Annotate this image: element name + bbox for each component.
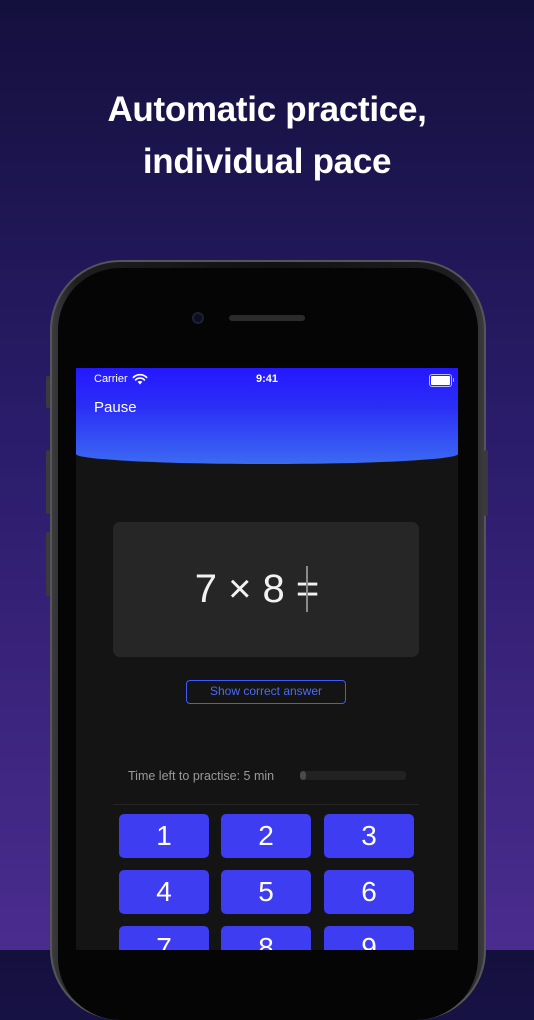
battery-icon [429,374,454,387]
key-9-button[interactable]: 9 [324,926,414,950]
headline-line-2: individual pace [142,142,392,181]
front-camera-icon [192,312,204,324]
status-time: 9:41 [255,373,279,385]
keypad-divider [113,804,419,805]
equation-card: 7 × 8 = [113,522,419,657]
pause-button[interactable]: Pause [94,399,137,416]
app-screen: Carrier 9:41 Pause 7 × 8 = Show correct … [76,368,458,950]
key-6-button[interactable]: 6 [324,870,414,914]
key-3-button[interactable]: 3 [324,814,414,858]
show-correct-answer-button[interactable]: Show correct answer [186,680,346,704]
key-8-button[interactable]: 8 [221,926,311,950]
status-bar: Carrier 9:41 [76,372,458,388]
key-7-button[interactable]: 7 [119,926,209,950]
key-1-button[interactable]: 1 [119,814,209,858]
volume-down-button [46,532,50,596]
volume-up-button [46,450,50,514]
navigation-header: Carrier 9:41 Pause [76,368,458,464]
marketing-headline: Automatic practice, individual pace [0,84,534,188]
time-progress-bar [300,771,406,780]
equation-expression: 7 × 8 = [194,567,320,611]
key-5-button[interactable]: 5 [221,870,311,914]
key-4-button[interactable]: 4 [119,870,209,914]
answer-input-caret[interactable] [306,566,308,612]
key-2-button[interactable]: 2 [221,814,311,858]
power-button [484,450,488,516]
time-left-label: Time left to practise: 5 min [128,769,275,783]
equation-text: 7 × 8 = [113,567,419,611]
mute-switch [46,376,50,408]
earpiece-speaker [229,315,305,321]
headline-line-1: Automatic practice, [107,90,427,129]
time-progress-fill [300,771,307,780]
